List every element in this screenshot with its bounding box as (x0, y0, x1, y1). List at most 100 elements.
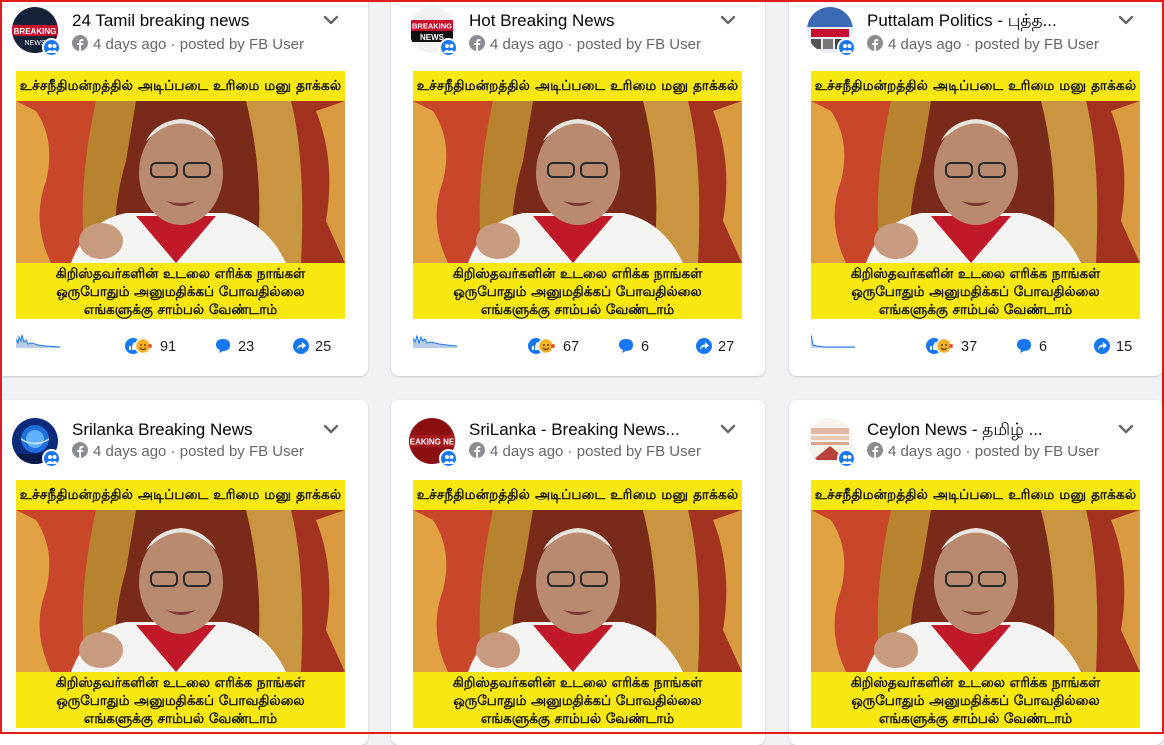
post-image[interactable]: உச்சநீதிமன்றத்தில் அடிப்படை உரிமை மனு தா… (811, 480, 1140, 728)
page-name[interactable]: SriLanka - Breaking News... (469, 419, 719, 441)
post-image[interactable]: உச்சநீதிமன்றத்தில் அடிப்படை உரிமை மனு தா… (413, 480, 742, 728)
post-image-caption: கிறிஸ்தவர்களின் உடலை எரிக்க நாங்கள் ஒருப… (16, 265, 345, 319)
reactions-value: 91 (160, 339, 177, 355)
post-photo (811, 101, 1140, 263)
share-icon (696, 338, 712, 354)
post-card[interactable]: BREAKING NEWS Hot Breaking News 4 days ag… (391, 0, 765, 376)
page-name[interactable]: Puttalam Politics - புத்த... (867, 10, 1117, 32)
post-image-caption: கிறிஸ்தவர்களின் உடலை எரிக்க நாங்கள் ஒருப… (413, 265, 742, 319)
post-header: BREAKING NEWS 24 Tamil breaking news 4 da… (0, 0, 368, 57)
caption-line: எங்களுக்கு சாம்பல் வேண்டாம் (878, 302, 1073, 318)
chevron-down-icon[interactable] (1118, 14, 1134, 26)
post-header: BREAKING NEWS Hot Breaking News 4 days ag… (391, 0, 765, 57)
post-image[interactable]: உச்சநீதிமன்றத்தில் அடிப்படை உரிமை மனு தா… (811, 71, 1140, 319)
facebook-icon (469, 35, 485, 51)
comment-icon (216, 339, 230, 353)
caption-line: எங்களுக்கு சாம்பல் வேண்டாம் (83, 302, 278, 318)
chevron-down-icon[interactable] (720, 423, 736, 435)
shares-value: 15 (1116, 339, 1133, 355)
post-image-caption: கிறிஸ்தவர்களின் உடலை எரிக்க நாங்கள் ஒருப… (16, 674, 345, 728)
facebook-icon (469, 442, 485, 458)
page-name[interactable]: Srilanka Breaking News (72, 419, 322, 441)
caption-line: கிறிஸ்தவர்களின் உடலை எரிக்க நாங்கள் (452, 266, 703, 282)
post-image-caption: கிறிஸ்தவர்களின் உடலை எரிக்க நாங்கள் ஒருப… (811, 265, 1140, 319)
caption-line: கிறிஸ்தவர்களின் உடலை எரிக்க நாங்கள் (55, 675, 306, 691)
svg-text:BREAKING: BREAKING (412, 22, 452, 31)
post-card[interactable]: EAKING NE SriLanka - Breaking News... 4 … (391, 400, 765, 745)
group-icon (439, 38, 458, 57)
post-photo (811, 510, 1140, 672)
post-image-caption: கிறிஸ்தவர்களின் உடலை எரிக்க நாங்கள் ஒருப… (413, 674, 742, 728)
post-meta: 4 days ago · posted by FB User (867, 442, 1099, 462)
post-header: Ceylon News - தமிழ் ... 4 days ago · pos… (789, 400, 1163, 468)
post-image-headline: உச்சநீதிமன்றத்தில் அடிப்படை உரிமை மனு தா… (814, 487, 1137, 503)
posted-by: posted by FB User (974, 443, 1099, 460)
post-card[interactable]: Srilanka Breaking News 4 days ago · post… (0, 400, 368, 745)
caption-line: ஒருபோதும் அனுமதிக்கப் போவதில்லை (851, 284, 1100, 300)
chevron-down-icon[interactable] (323, 423, 339, 435)
posted-by: posted by FB User (576, 443, 701, 460)
post-image[interactable]: உச்சநீதிமன்றத்தில் அடிப்படை உரிமை மனு தா… (16, 71, 345, 319)
comment-icon (1017, 339, 1031, 353)
post-card[interactable]: Ceylon News - தமிழ் ... 4 days ago · pos… (789, 400, 1163, 745)
post-image-headline: உச்சநீதிமன்றத்தில் அடிப்படை உரிமை மனு தா… (416, 78, 739, 94)
caption-line: ஒருபோதும் அனுமதிக்கப் போவதில்லை (56, 284, 305, 300)
facebook-icon (867, 442, 883, 458)
page-name[interactable]: Ceylon News - தமிழ் ... (867, 419, 1117, 441)
post-image-headline: உச்சநீதிமன்றத்தில் அடிப்படை உரிமை மனு தா… (19, 487, 342, 503)
post-header: Puttalam Politics - புத்த... 4 days ago … (789, 0, 1163, 57)
chevron-down-icon[interactable] (720, 14, 736, 26)
post-meta: 4 days ago · posted by FB User (469, 35, 701, 55)
svg-text:BREAKING: BREAKING (14, 27, 57, 36)
post-image-headline: உச்சநீதிமன்றத்தில் அடிப்படை உரிமை மனு தா… (814, 78, 1137, 94)
posted-by: posted by FB User (974, 36, 1099, 53)
posted-by: posted by FB User (576, 36, 701, 53)
comments-value: 6 (1039, 339, 1048, 355)
comment-icon (619, 339, 633, 353)
post-image-headline: உச்சநீதிமன்றத்தில் அடிப்படை உரிமை மனு தா… (416, 487, 739, 503)
reactions-icon (926, 337, 953, 355)
post-time[interactable]: 4 days ago (888, 443, 961, 460)
facebook-icon (867, 35, 883, 51)
post-image-headline: உச்சநீதிமன்றத்தில் அடிப்படை உரிமை மனு தா… (19, 78, 342, 94)
post-time[interactable]: 4 days ago (93, 443, 166, 460)
post-card[interactable]: BREAKING NEWS 24 Tamil breaking news 4 da… (0, 0, 368, 376)
post-meta: 4 days ago · posted by FB User (867, 35, 1099, 55)
post-image[interactable]: உச்சநீதிமன்றத்தில் அடிப்படை உரிமை மனு தா… (16, 480, 345, 728)
post-time[interactable]: 4 days ago (888, 36, 961, 53)
shares-value: 25 (315, 339, 332, 355)
group-icon (837, 449, 856, 468)
group-icon (837, 38, 856, 57)
post-photo (16, 510, 345, 672)
svg-text:EAKING NE: EAKING NE (410, 438, 455, 447)
share-icon (293, 338, 309, 354)
chevron-down-icon[interactable] (323, 14, 339, 26)
reactions-icon (125, 337, 152, 355)
post-meta: 4 days ago · posted by FB User (72, 442, 304, 462)
post-photo (413, 101, 742, 263)
posted-by: posted by FB User (179, 443, 304, 460)
post-meta: 4 days ago · posted by FB User (72, 35, 304, 55)
post-time[interactable]: 4 days ago (490, 36, 563, 53)
post-time[interactable]: 4 days ago (93, 36, 166, 53)
caption-line: ஒருபோதும் அனுமதிக்கப் போவதில்லை (453, 284, 702, 300)
post-header: Srilanka Breaking News 4 days ago · post… (0, 400, 368, 468)
post-header: EAKING NE SriLanka - Breaking News... 4 … (391, 400, 765, 468)
page-name[interactable]: 24 Tamil breaking news (72, 10, 322, 32)
caption-line: கிறிஸ்தவர்களின் உடலை எரிக்க நாங்கள் (452, 675, 703, 691)
chevron-down-icon[interactable] (1118, 423, 1134, 435)
page-name[interactable]: Hot Breaking News (469, 10, 719, 32)
post-time[interactable]: 4 days ago (490, 443, 563, 460)
post-photo (413, 510, 742, 672)
post-photo (16, 101, 345, 263)
caption-line: எங்களுக்கு சாம்பல் வேண்டாம் (480, 302, 675, 318)
post-image[interactable]: உச்சநீதிமன்றத்தில் அடிப்படை உரிமை மனு தா… (413, 71, 742, 319)
post-card[interactable]: Puttalam Politics - புத்த... 4 days ago … (789, 0, 1163, 376)
group-icon (42, 38, 61, 57)
facebook-icon (72, 35, 88, 51)
share-icon (1094, 338, 1110, 354)
comments-value: 23 (238, 339, 255, 355)
post-meta: 4 days ago · posted by FB User (469, 442, 701, 462)
reactions-value: 37 (961, 339, 978, 355)
caption-line: ஒருபோதும் அனுமதிக்கப் போவதில்லை (851, 693, 1100, 709)
